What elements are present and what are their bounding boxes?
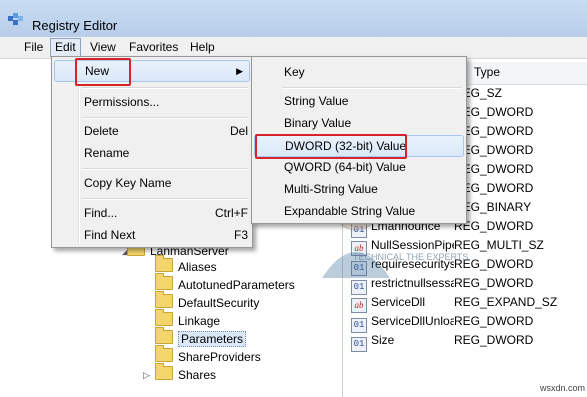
value-type: REG_BINARY (454, 200, 532, 214)
value-name: ServiceDllUnloa... (371, 314, 454, 328)
folder-icon (155, 255, 173, 272)
value-type: REG_DWORD (454, 124, 534, 138)
window-title: Registry Editor (32, 18, 118, 33)
expand-icon[interactable]: ▷ (143, 366, 150, 384)
registry-editor-icon (8, 13, 23, 25)
new-menu-binary-value[interactable]: Binary Value (254, 112, 462, 134)
tree-item-label: ShareProviders (178, 350, 261, 364)
tree-item-label: AutotunedParameters (178, 278, 295, 292)
tree-item-aliases[interactable]: Aliases (155, 255, 217, 276)
folder-icon (155, 309, 173, 326)
value-row[interactable]: 01ServiceDllUnloa...REG_DWORD (351, 312, 587, 333)
string-value-icon: ab (351, 298, 367, 313)
edit-menu-rename[interactable]: Rename (54, 142, 248, 164)
site-mark: wsxdn.com (540, 383, 586, 393)
submenu-arrow-icon: ▶ (236, 66, 243, 76)
watermark-text: TECHNICAL THE EXPERTS (353, 252, 469, 262)
value-type: REG_DWORD (454, 257, 534, 271)
tree-item-label: Shares (178, 368, 217, 382)
value-type: REG_MULTI_SZ (454, 238, 544, 252)
tree-item-label: DefaultSecurity (178, 296, 260, 310)
menu-separator (82, 87, 248, 89)
menu-item-shortcut: Ctrl+F (215, 206, 248, 220)
menu-edit[interactable]: Edit (50, 38, 81, 57)
edit-menu-find[interactable]: Find... Ctrl+F (54, 202, 248, 224)
menu-item-label: Multi-String Value (284, 182, 378, 196)
menu-item-label: Binary Value (284, 116, 352, 130)
menu-separator (82, 117, 248, 119)
new-menu-dword-value[interactable]: DWORD (32-bit) Value (254, 135, 464, 157)
tree-item-autotunedparameters[interactable]: AutotunedParameters (155, 273, 295, 294)
new-menu-multi-string-value[interactable]: Multi-String Value (254, 178, 462, 200)
menu-item-label: QWORD (64-bit) Value (284, 160, 406, 174)
new-menu-qword-value[interactable]: QWORD (64-bit) Value (254, 156, 462, 178)
menu-favorites[interactable]: Favorites (125, 39, 182, 56)
menu-item-label: DWORD (32-bit) Value (285, 139, 407, 153)
edit-menu-new[interactable]: New ▶ (54, 60, 250, 82)
menu-item-label: Copy Key Name (84, 176, 172, 190)
value-type: REG_DWORD (454, 333, 534, 347)
menu-file[interactable]: File (20, 39, 47, 56)
value-name: Size (371, 333, 395, 347)
title-bar: Registry Editor (0, 0, 587, 37)
menu-item-shortcut: F3 (233, 228, 248, 242)
value-type: REG_DWORD (454, 314, 534, 328)
tree-item-linkage[interactable]: Linkage (155, 309, 221, 330)
menu-item-label: Key (284, 65, 305, 79)
new-submenu: Key String Value Binary Value DWORD (32-… (251, 56, 467, 224)
tree-item-label: Aliases (178, 260, 217, 274)
binary-value-icon: 01 (351, 337, 367, 352)
edit-menu-copy-key-name[interactable]: Copy Key Name (54, 172, 248, 194)
edit-menu-delete[interactable]: Delete Del (54, 120, 248, 142)
value-type: REG_DWORD (454, 181, 534, 195)
new-menu-key[interactable]: Key (254, 61, 462, 83)
value-row[interactable]: ab ServiceDll REG_EXPAND_SZ (351, 293, 587, 313)
folder-icon (155, 345, 173, 362)
menu-item-label: New (85, 64, 110, 78)
tree-item-shares[interactable]: ▷ Shares (143, 363, 217, 384)
menu-item-label: String Value (284, 94, 349, 108)
menu-view[interactable]: View (86, 39, 120, 56)
new-menu-expandable-string-value[interactable]: Expandable String Value (254, 200, 462, 222)
value-type: REG_DWORD (454, 105, 534, 119)
menu-item-label: Find Next (84, 228, 136, 242)
value-type: REG_EXPAND_SZ (454, 295, 558, 309)
tree-item-shareproviders[interactable]: ShareProviders (155, 345, 261, 366)
menu-item-label: Delete (84, 124, 119, 138)
folder-icon (155, 327, 173, 344)
menu-separator (282, 87, 462, 89)
tree-item-parameters[interactable]: Parameters (155, 327, 247, 348)
folder-icon (155, 273, 173, 290)
column-header-type[interactable]: Type (474, 65, 500, 79)
value-type: REG_DWORD (454, 143, 534, 157)
menu-item-label: Permissions... (84, 95, 160, 109)
value-row[interactable]: 01 Size REG_DWORD (351, 331, 587, 352)
menu-item-label: Find... (84, 206, 118, 220)
tree-item-label: Parameters (178, 331, 247, 347)
folder-icon (155, 291, 173, 308)
menu-separator (82, 198, 248, 200)
value-type: REG_DWORD (454, 276, 534, 290)
new-menu-string-value[interactable]: String Value (254, 90, 462, 112)
value-type: REG_DWORD (454, 162, 534, 176)
tree-item-defaultsecurity[interactable]: DefaultSecurity (155, 291, 260, 312)
menu-separator (82, 168, 248, 170)
edit-menu-find-next[interactable]: Find Next F3 (54, 224, 248, 246)
edit-menu: New ▶ Permissions... Delete Del Rename C… (51, 56, 253, 248)
menu-item-label: Expandable String Value (284, 204, 416, 218)
edit-menu-permissions[interactable]: Permissions... (54, 91, 248, 113)
value-type: REG_SZ (454, 86, 503, 100)
tree-item-label: Linkage (178, 314, 221, 328)
menu-item-label: Rename (84, 146, 130, 160)
menu-item-shortcut: Del (229, 124, 248, 138)
value-name: ServiceDll (371, 295, 426, 309)
menu-help[interactable]: Help (186, 39, 219, 56)
value-type: REG_DWORD (454, 219, 534, 233)
folder-icon (155, 363, 173, 380)
